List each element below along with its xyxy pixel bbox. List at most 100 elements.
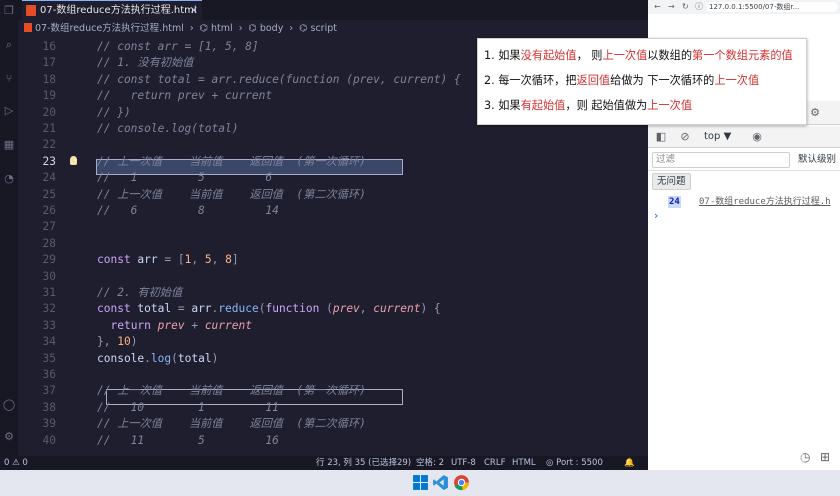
line-number: 31 bbox=[42, 286, 56, 299]
code-text: // 上一次值 当前值 返回值 (第二次循环) bbox=[97, 187, 366, 203]
reload-icon[interactable]: ↻ bbox=[682, 0, 689, 14]
code-token: // console.log(total) bbox=[97, 122, 239, 135]
forward-icon[interactable]: → bbox=[668, 0, 675, 14]
code-line[interactable]: 23 // 上一次值 当前值 返回值 (第一次循环) bbox=[18, 154, 648, 170]
line-number: 32 bbox=[42, 302, 56, 316]
line-ending[interactable]: CRLF bbox=[484, 456, 505, 470]
code-token: ( bbox=[171, 351, 178, 365]
code-line[interactable]: 38 // 10 1 11 bbox=[18, 400, 648, 416]
code-token: ) bbox=[211, 351, 219, 365]
log-level-dropdown[interactable]: 默认级别 bbox=[798, 152, 836, 168]
eye-icon[interactable]: ◉ bbox=[750, 130, 764, 144]
extensions-icon[interactable]: ▦ bbox=[2, 138, 16, 152]
remote-icon[interactable]: ◔ bbox=[2, 172, 16, 186]
note-text: ， 则 bbox=[576, 49, 603, 62]
close-icon[interactable]: × bbox=[190, 1, 198, 20]
run-debug-icon[interactable]: ▷ bbox=[2, 104, 16, 118]
line-number: 17 bbox=[42, 56, 56, 70]
windows-start-icon[interactable] bbox=[412, 474, 429, 491]
context-selector[interactable]: top ▼ bbox=[704, 131, 731, 142]
line-number: 23 bbox=[42, 154, 56, 168]
note-text: 上一次值 bbox=[602, 49, 648, 62]
line-number: 39 bbox=[42, 417, 56, 431]
code-line[interactable]: 28 bbox=[18, 236, 648, 252]
sidebar-toggle-icon[interactable]: ◧ bbox=[654, 130, 668, 144]
code-token: ( bbox=[326, 302, 333, 316]
back-icon[interactable]: ← bbox=[654, 0, 661, 14]
chrome-icon[interactable] bbox=[453, 474, 470, 491]
cursor-position[interactable]: 行 23, 列 35 (已选择29) bbox=[316, 456, 411, 470]
lightbulb-icon[interactable] bbox=[70, 155, 77, 165]
line-number: 38 bbox=[42, 400, 56, 414]
breadcrumb-file[interactable]: 07-数组reduce方法执行过程.html bbox=[35, 23, 184, 34]
breadcrumb-body[interactable]: body bbox=[260, 23, 284, 34]
code-token: current bbox=[373, 302, 421, 316]
code-token: // return prev + current bbox=[97, 89, 273, 103]
language-mode[interactable]: HTML bbox=[512, 456, 536, 470]
code-line[interactable]: 39 // 上一次值 当前值 返回值 (第二次循环) bbox=[18, 416, 648, 432]
account-icon[interactable]: ◯ bbox=[2, 398, 16, 412]
code-token: ) bbox=[130, 335, 138, 349]
editor-tab-active[interactable]: 07-数组reduce方法执行过程.html × bbox=[22, 0, 202, 20]
tab-title: 07-数组reduce方法执行过程.html bbox=[40, 5, 197, 16]
code-text: // }) bbox=[97, 105, 131, 121]
code-line[interactable]: 34}, 10) bbox=[18, 334, 648, 350]
breadcrumb-html[interactable]: html bbox=[211, 23, 233, 34]
code-line[interactable]: 37 // 上一次值 当前值 返回值 (第一次循环) bbox=[18, 383, 648, 399]
line-number: 24 bbox=[42, 171, 56, 185]
code-line[interactable]: 36 bbox=[18, 367, 648, 383]
code-text: // 1 5 6 bbox=[97, 170, 272, 186]
note-text: 第一个数组元素的值 bbox=[692, 49, 793, 62]
tag-icon: ⌬ bbox=[248, 23, 257, 34]
line-number: 16 bbox=[42, 40, 56, 53]
settings-gear-icon[interactable]: ⚙ bbox=[2, 430, 16, 444]
code-line[interactable]: 27 bbox=[18, 219, 648, 235]
log-source-link[interactable]: 07-数组reduce方法执行过程.h bbox=[699, 194, 831, 210]
vscode-icon[interactable] bbox=[432, 474, 449, 491]
indentation[interactable]: 空格: 2 bbox=[416, 456, 444, 470]
info-icon[interactable]: ⓘ bbox=[695, 0, 703, 14]
console-prompt[interactable]: › bbox=[654, 209, 658, 222]
code-line[interactable]: 33 return prev + current bbox=[18, 318, 648, 334]
code-line[interactable]: 35 console.log(total) bbox=[18, 351, 648, 367]
code-line[interactable]: 29 const arr = [1, 5, 8] bbox=[18, 252, 648, 268]
code-line[interactable]: 31 // 2. 有初始值 bbox=[18, 285, 648, 301]
line-number: 19 bbox=[42, 89, 56, 103]
line-number: 26 bbox=[42, 204, 56, 217]
code-line[interactable]: 32 const total = arr.reduce(function (pre… bbox=[18, 301, 648, 317]
breadcrumb-script[interactable]: script bbox=[311, 23, 337, 34]
code-token: }, bbox=[97, 335, 118, 349]
code-token: function bbox=[265, 302, 327, 316]
search-icon[interactable]: ⌕ bbox=[2, 38, 16, 52]
address-bar[interactable]: 127.0.0.1:5500/07-数组r... bbox=[706, 2, 838, 12]
code-token: prev bbox=[157, 318, 192, 332]
note-text: ，则 起始值做为 bbox=[565, 99, 648, 112]
code-line[interactable]: 22 bbox=[18, 137, 648, 153]
code-token: prev bbox=[332, 302, 360, 316]
filter-input[interactable]: 过滤 bbox=[652, 152, 790, 168]
console-filter-bar: 过滤 默认级别 bbox=[648, 149, 840, 171]
code-text: // console.log(total) bbox=[97, 121, 238, 137]
explorer-icon[interactable]: ❐ bbox=[2, 4, 16, 18]
code-line[interactable]: 24 // 1 5 6 bbox=[18, 170, 648, 186]
problems-count[interactable]: 0 ⚠ 0 bbox=[4, 456, 28, 470]
note-text: 2. 每一次循环，把 bbox=[484, 74, 577, 87]
code-line[interactable]: 25 // 上一次值 当前值 返回值 (第二次循环) bbox=[18, 187, 648, 203]
code-line[interactable]: 40 // 11 5 16 bbox=[18, 433, 648, 449]
issues-button[interactable]: 无问题 bbox=[652, 173, 691, 190]
code-token: // 6 8 14 bbox=[97, 204, 279, 217]
grid-icon[interactable]: ⊞ bbox=[820, 450, 830, 464]
clear-console-icon[interactable]: ⊘ bbox=[678, 130, 692, 144]
live-server-port[interactable]: ◎ Port : 5500 bbox=[546, 456, 603, 470]
gear-icon[interactable]: ⚙ bbox=[808, 106, 822, 120]
code-token: // 2. 有初始值 bbox=[97, 286, 183, 299]
code-line[interactable]: 30 bbox=[18, 269, 648, 285]
source-control-icon[interactable]: ⑂ bbox=[2, 72, 16, 86]
code-line[interactable]: 26 // 6 8 14 bbox=[18, 203, 648, 219]
code-token: reduce bbox=[218, 302, 259, 316]
encoding[interactable]: UTF-8 bbox=[451, 456, 476, 470]
code-token: = bbox=[164, 253, 178, 267]
editor-tab-bar: 07-数组reduce方法执行过程.html × bbox=[18, 0, 648, 20]
code-text: // 上一次值 当前值 返回值 (第二次循环) bbox=[97, 416, 366, 432]
bell-icon[interactable]: 🔔 bbox=[624, 456, 635, 470]
